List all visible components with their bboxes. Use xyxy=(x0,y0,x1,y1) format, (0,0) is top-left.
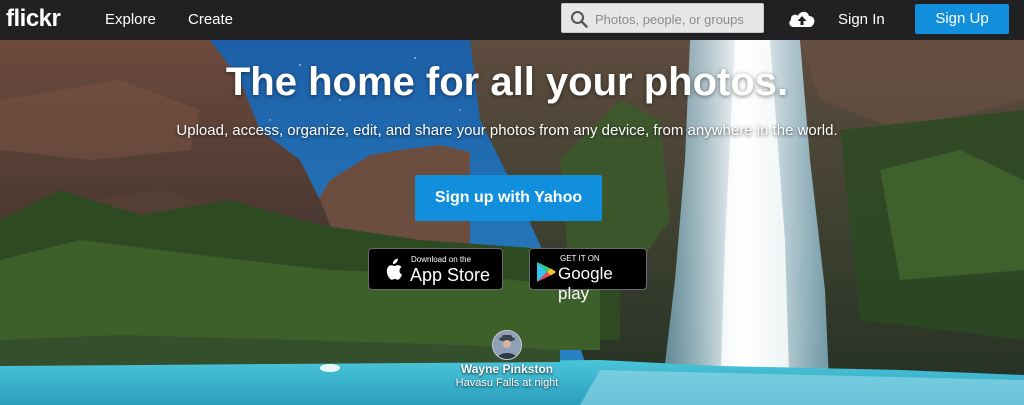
app-store-big-text: App Store xyxy=(410,265,491,285)
sign-up-with-yahoo-button[interactable]: Sign up with Yahoo xyxy=(415,175,602,221)
app-store-small-text: Download on the xyxy=(411,255,472,264)
cloud-upload-icon[interactable] xyxy=(787,7,817,31)
search-input[interactable] xyxy=(595,9,755,29)
photographer-avatar[interactable] xyxy=(492,330,522,360)
hero-section: The home for all your photos. Upload, ac… xyxy=(0,40,1024,405)
google-play-small-text: GET IT ON xyxy=(560,254,600,263)
photo-title[interactable]: Havasu Falls at night xyxy=(407,377,607,389)
flickr-logo[interactable]: flickr xyxy=(6,5,61,33)
search-box[interactable] xyxy=(561,3,764,33)
nav-create-link[interactable]: Create xyxy=(188,11,233,28)
google-play-icon xyxy=(537,262,556,282)
sign-in-link[interactable]: Sign In xyxy=(838,11,885,28)
nav-explore-link[interactable]: Explore xyxy=(105,11,156,28)
apple-icon xyxy=(386,258,402,280)
app-store-badge[interactable]: Download on the App Store xyxy=(368,248,503,290)
hero-subline: Upload, access, organize, edit, and shar… xyxy=(176,122,838,139)
top-nav: flickr Explore Create Sign In Sign Up xyxy=(0,0,1024,40)
sign-up-button[interactable]: Sign Up xyxy=(915,4,1009,34)
person-icon xyxy=(493,331,521,359)
search-icon xyxy=(571,11,588,28)
hero-headline: The home for all your photos. xyxy=(225,60,789,104)
google-play-badge[interactable]: GET IT ON Google play xyxy=(529,248,647,303)
google-play-big-text: Google play xyxy=(558,264,613,303)
photographer-name[interactable]: Wayne Pinkston xyxy=(407,362,607,376)
